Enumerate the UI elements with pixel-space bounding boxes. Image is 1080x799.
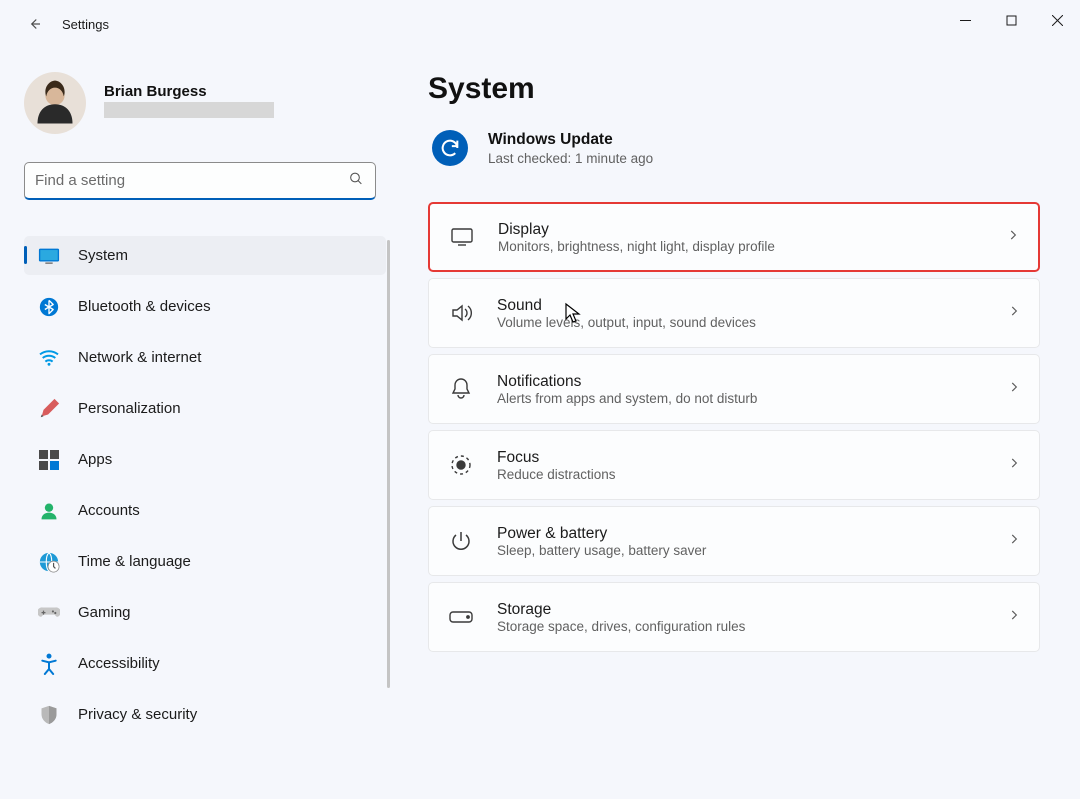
update-subtitle: Last checked: 1 minute ago xyxy=(488,151,653,166)
privacy-icon xyxy=(38,704,60,726)
sidebar-item-apps[interactable]: Apps xyxy=(24,440,386,479)
display-icon xyxy=(448,227,476,247)
card-display[interactable]: Display Monitors, brightness, night ligh… xyxy=(428,202,1040,272)
back-arrow-icon xyxy=(25,15,43,33)
chevron-right-icon xyxy=(1007,380,1021,399)
card-title: Sound xyxy=(497,297,1007,315)
sidebar-item-accessibility[interactable]: Accessibility xyxy=(24,644,386,683)
card-title: Notifications xyxy=(497,373,1007,391)
sidebar-item-label: Time & language xyxy=(78,553,191,570)
sidebar-item-label: Gaming xyxy=(78,604,131,621)
sidebar-item-system[interactable]: System xyxy=(24,236,386,275)
card-title: Focus xyxy=(497,449,1007,467)
card-subtitle: Volume levels, output, input, sound devi… xyxy=(497,315,1007,330)
focus-icon xyxy=(447,453,475,477)
card-sound[interactable]: Sound Volume levels, output, input, soun… xyxy=(428,278,1040,348)
profile-name: Brian Burgess xyxy=(104,83,274,100)
close-button[interactable] xyxy=(1034,0,1080,40)
bluetooth-icon xyxy=(38,296,60,318)
sidebar-item-label: Privacy & security xyxy=(78,706,197,723)
card-storage[interactable]: Storage Storage space, drives, configura… xyxy=(428,582,1040,652)
update-icon xyxy=(432,130,468,166)
sidebar-item-accounts[interactable]: Accounts xyxy=(24,491,386,530)
power-icon xyxy=(447,529,475,553)
search-icon xyxy=(348,171,364,192)
sidebar-item-label: Personalization xyxy=(78,400,181,417)
notifications-icon xyxy=(447,377,475,401)
accounts-icon xyxy=(38,500,60,522)
card-focus[interactable]: Focus Reduce distractions xyxy=(428,430,1040,500)
sidebar-item-privacy[interactable]: Privacy & security xyxy=(24,695,386,734)
chevron-right-icon xyxy=(1007,532,1021,551)
profile-email-redacted xyxy=(104,102,274,118)
sidebar-item-label: Apps xyxy=(78,451,112,468)
card-title: Power & battery xyxy=(497,525,1007,543)
sidebar-item-personalization[interactable]: Personalization xyxy=(24,389,386,428)
accessibility-icon xyxy=(38,653,60,675)
card-power-battery[interactable]: Power & battery Sleep, battery usage, ba… xyxy=(428,506,1040,576)
gaming-icon xyxy=(38,602,60,624)
sound-icon xyxy=(447,302,475,324)
card-title: Display xyxy=(498,221,1006,239)
profile-block[interactable]: Brian Burgess xyxy=(24,72,384,134)
titlebar: Settings xyxy=(0,0,1080,48)
sidebar-item-time-language[interactable]: Time & language xyxy=(24,542,386,581)
sidebar-item-label: Accounts xyxy=(78,502,140,519)
sidebar-scrollbar[interactable] xyxy=(387,240,390,688)
page-title: System xyxy=(428,72,1048,106)
avatar xyxy=(24,72,86,134)
window-title: Settings xyxy=(62,17,109,32)
card-subtitle: Monitors, brightness, night light, displ… xyxy=(498,239,1006,254)
card-subtitle: Alerts from apps and system, do not dist… xyxy=(497,391,1007,406)
chevron-right-icon xyxy=(1007,608,1021,627)
sidebar-nav: System Bluetooth & devices Network & int… xyxy=(24,236,384,734)
card-subtitle: Reduce distractions xyxy=(497,467,1007,482)
system-icon xyxy=(38,245,60,267)
card-subtitle: Storage space, drives, configuration rul… xyxy=(497,619,1007,634)
apps-icon xyxy=(38,449,60,471)
search-input[interactable] xyxy=(24,162,376,200)
update-title: Windows Update xyxy=(488,131,653,149)
card-title: Storage xyxy=(497,601,1007,619)
sidebar-item-label: Network & internet xyxy=(78,349,201,366)
maximize-button[interactable] xyxy=(988,0,1034,40)
minimize-button[interactable] xyxy=(942,0,988,40)
sidebar-item-label: System xyxy=(78,247,128,264)
sidebar-item-label: Bluetooth & devices xyxy=(78,298,211,315)
chevron-right-icon xyxy=(1006,228,1020,247)
chevron-right-icon xyxy=(1007,304,1021,323)
window-controls xyxy=(942,0,1080,40)
sidebar-item-label: Accessibility xyxy=(78,655,160,672)
card-subtitle: Sleep, battery usage, battery saver xyxy=(497,543,1007,558)
sidebar-item-bluetooth[interactable]: Bluetooth & devices xyxy=(24,287,386,326)
sidebar-item-gaming[interactable]: Gaming xyxy=(24,593,386,632)
network-icon xyxy=(38,347,60,369)
personalization-icon xyxy=(38,398,60,420)
card-notifications[interactable]: Notifications Alerts from apps and syste… xyxy=(428,354,1040,424)
storage-icon xyxy=(447,610,475,624)
chevron-right-icon xyxy=(1007,456,1021,475)
windows-update-row[interactable]: Windows Update Last checked: 1 minute ag… xyxy=(428,130,1048,166)
sidebar-item-network[interactable]: Network & internet xyxy=(24,338,386,377)
back-button[interactable] xyxy=(14,4,54,44)
time-language-icon xyxy=(38,551,60,573)
